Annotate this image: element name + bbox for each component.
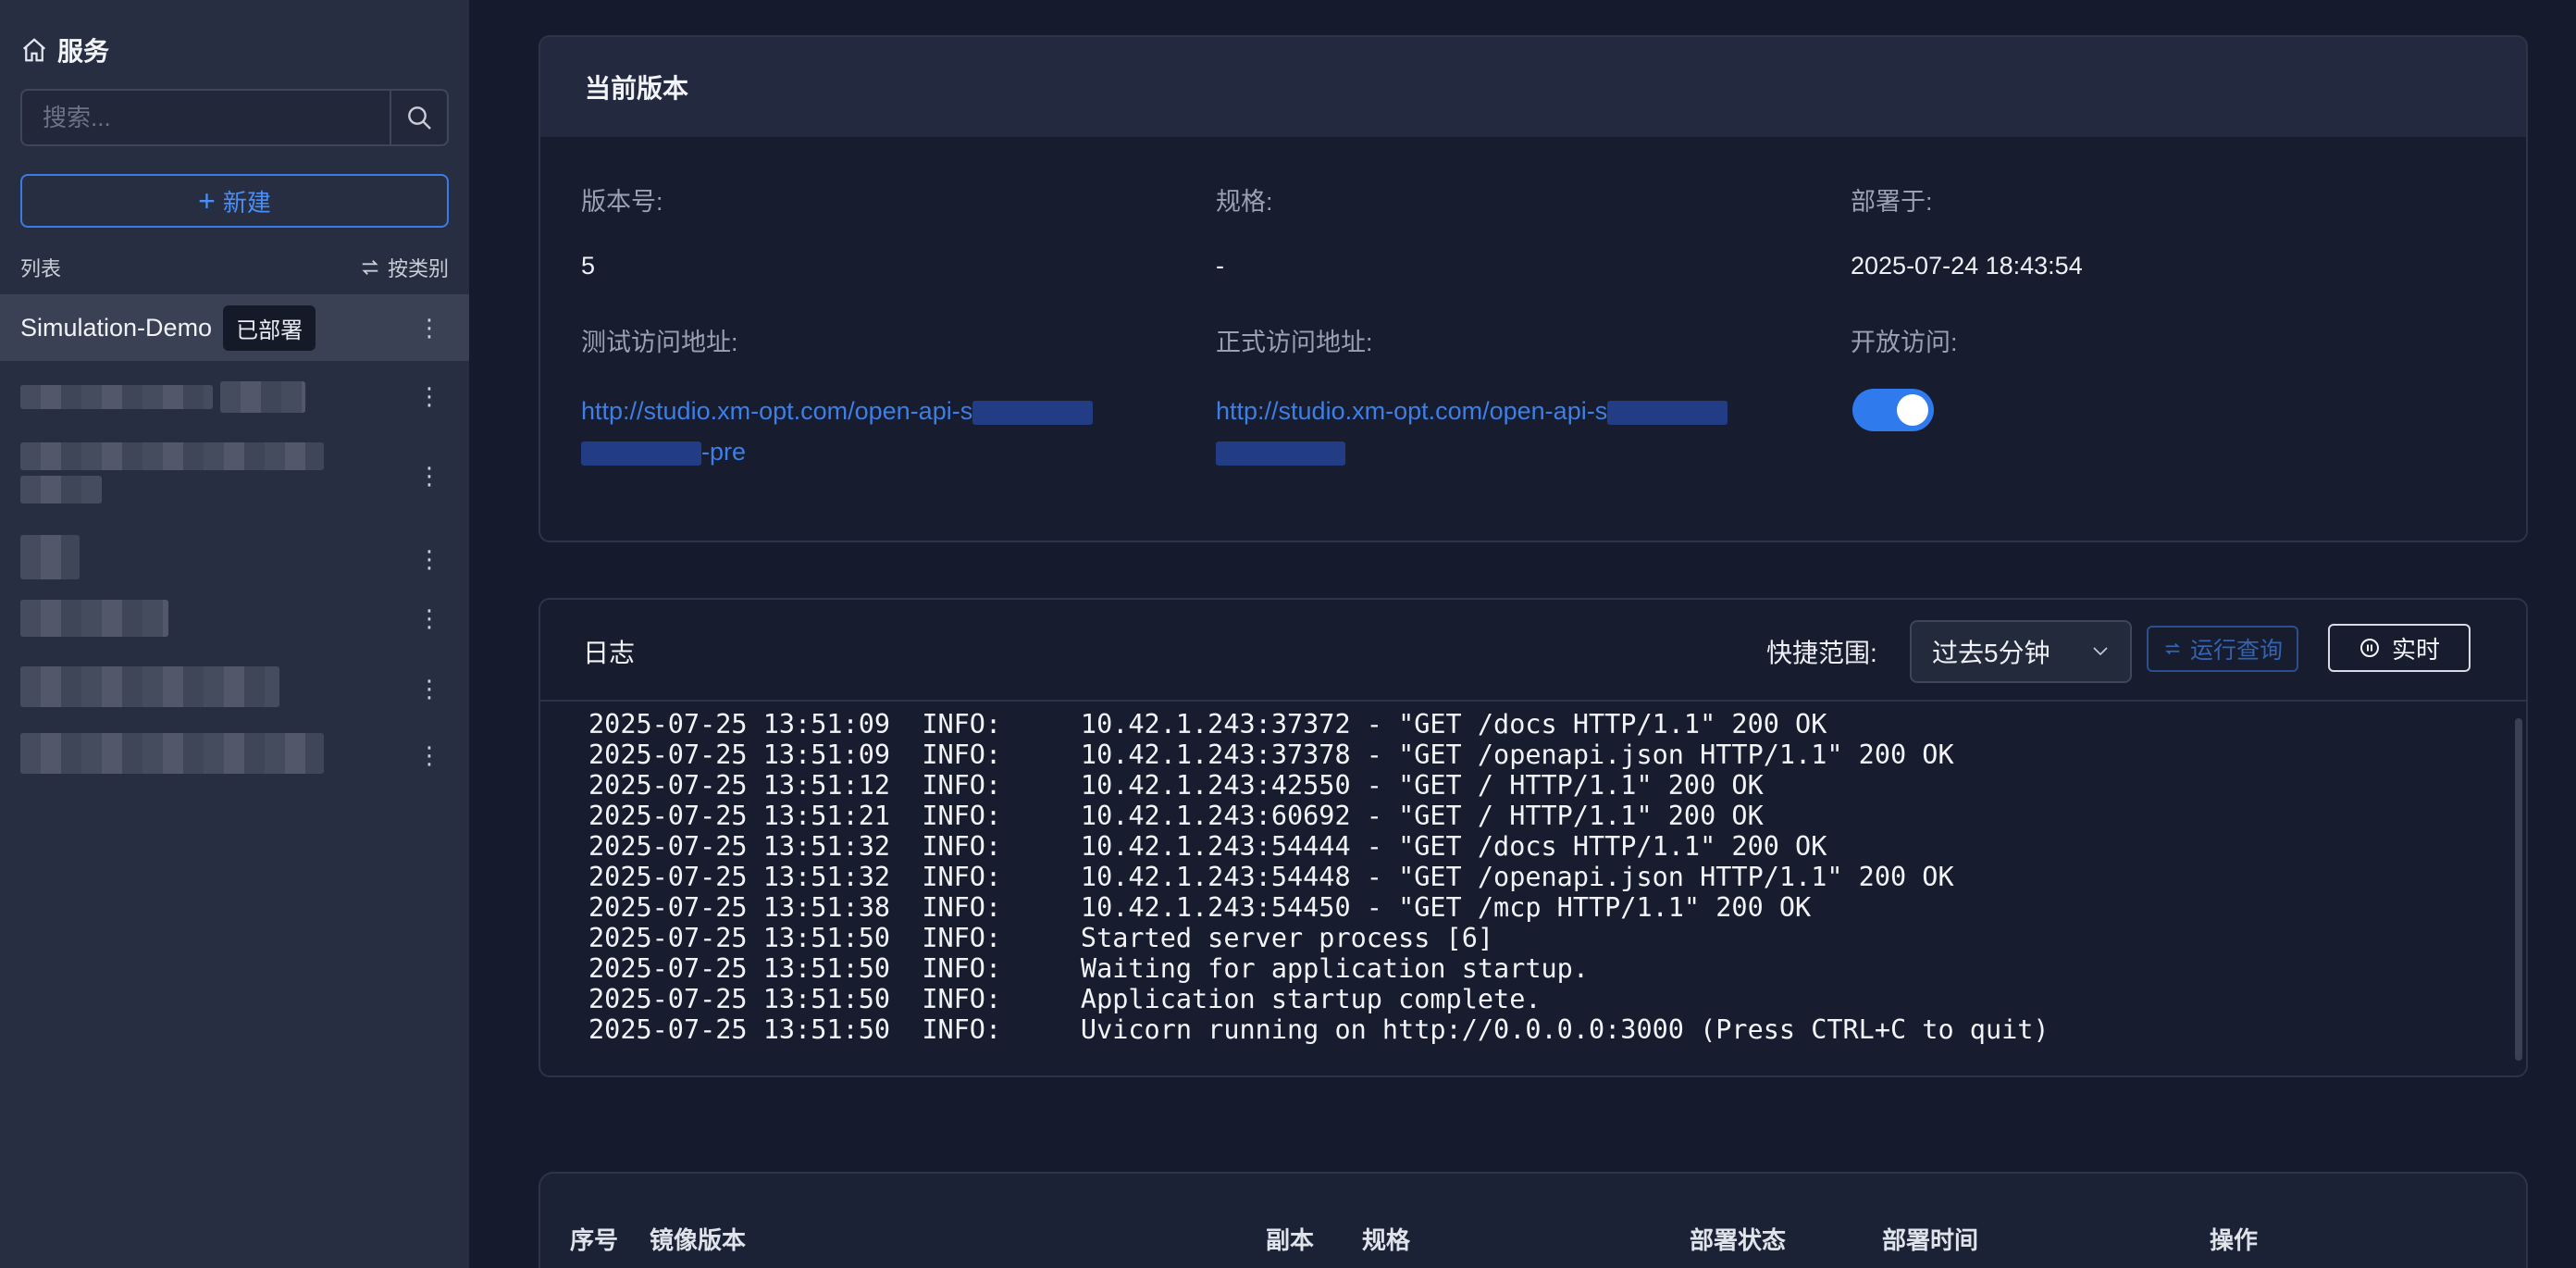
sort-label: 按类别 bbox=[387, 257, 449, 280]
search-box bbox=[20, 89, 449, 146]
sidebar-title: 服务 bbox=[20, 31, 109, 68]
prod-url-link[interactable]: http://studio.xm-opt.com/open-api-s bbox=[1216, 391, 1771, 472]
new-service-button[interactable]: + 新建 bbox=[20, 174, 449, 228]
redacted-text bbox=[20, 385, 213, 409]
test-url-link[interactable]: http://studio.xm-opt.com/open-api-s -pre bbox=[581, 391, 1136, 472]
deployed-at-value: 2025-07-24 18:43:54 bbox=[1851, 252, 2083, 280]
log-output[interactable]: 2025-07-25 13:51:09 INFO: 10.42.1.243:37… bbox=[540, 702, 2526, 1068]
status-badge: 已部署 bbox=[223, 305, 316, 351]
log-line: 2025-07-25 13:51:09 INFO: 10.42.1.243:37… bbox=[588, 740, 1954, 770]
log-line: 2025-07-25 13:51:32 INFO: 10.42.1.243:54… bbox=[588, 862, 1954, 892]
redacted-text bbox=[20, 666, 279, 707]
deployment-table-panel: 序号 镜像版本 副本 规格 部署状态 部署时间 操作 bbox=[539, 1172, 2528, 1268]
plus-icon: + bbox=[198, 184, 216, 218]
range-label: 快捷范围: bbox=[1766, 639, 1877, 667]
search-button[interactable] bbox=[390, 91, 447, 144]
redacted-text bbox=[20, 600, 168, 637]
spec-label: 规格: bbox=[1216, 188, 1273, 216]
list-item[interactable]: Simulation-Demo 已部署 ⋮ bbox=[0, 294, 469, 361]
column-header-spec: 规格 bbox=[1362, 1226, 1411, 1254]
log-line: 2025-07-25 13:51:50 INFO: Started server… bbox=[588, 923, 1494, 953]
live-label: 实时 bbox=[2391, 635, 2440, 664]
list-item[interactable]: ⋮ bbox=[0, 533, 469, 585]
service-name: Simulation-Demo bbox=[20, 313, 213, 342]
redacted-text bbox=[1607, 400, 1728, 425]
search-icon bbox=[408, 106, 431, 130]
log-panel: 日志 快捷范围: 过去5分钟 运行查询 实时 2025-07-25 13:51:… bbox=[539, 598, 2528, 1077]
log-line: 2025-07-25 13:51:50 INFO: Uvicorn runnin… bbox=[588, 1014, 2050, 1045]
log-line: 2025-07-25 13:51:09 INFO: 10.42.1.243:37… bbox=[588, 709, 1827, 740]
live-button[interactable]: 实时 bbox=[2328, 624, 2471, 672]
log-header: 日志 快捷范围: 过去5分钟 运行查询 实时 bbox=[540, 600, 2526, 702]
home-icon bbox=[23, 38, 45, 62]
open-access-toggle[interactable] bbox=[1852, 389, 1934, 431]
refresh-icon bbox=[2165, 642, 2180, 655]
new-button-label: 新建 bbox=[222, 188, 271, 217]
list-label: 列表 bbox=[20, 257, 62, 280]
more-icon[interactable]: ⋮ bbox=[417, 743, 441, 767]
test-url-prefix: http://studio.xm-opt.com/open-api-s bbox=[581, 397, 973, 425]
redacted-text bbox=[972, 400, 1094, 425]
version-label: 版本号: bbox=[581, 188, 663, 216]
column-header-actions: 操作 bbox=[2210, 1226, 2259, 1254]
log-line: 2025-07-25 13:51:50 INFO: Waiting for ap… bbox=[588, 953, 1589, 984]
list-item[interactable]: ⋮ bbox=[0, 729, 469, 781]
redacted-text bbox=[581, 441, 701, 466]
list-item[interactable]: ⋮ bbox=[0, 663, 469, 715]
log-line: 2025-07-25 13:51:50 INFO: Application st… bbox=[588, 984, 1542, 1014]
column-header-deploy-status: 部署状态 bbox=[1690, 1226, 1787, 1254]
prod-url-prefix: http://studio.xm-opt.com/open-api-s bbox=[1216, 397, 1608, 425]
search-input[interactable] bbox=[22, 91, 390, 144]
more-icon[interactable]: ⋮ bbox=[417, 606, 441, 630]
log-title: 日志 bbox=[583, 639, 636, 667]
open-access-label: 开放访问: bbox=[1851, 329, 1958, 356]
redacted-text bbox=[220, 381, 305, 413]
more-icon[interactable]: ⋮ bbox=[417, 677, 441, 701]
log-line: 2025-07-25 13:51:32 INFO: 10.42.1.243:54… bbox=[588, 831, 1827, 862]
log-line: 2025-07-25 13:51:38 INFO: 10.42.1.243:54… bbox=[588, 892, 1812, 923]
column-header-deploy-time: 部署时间 bbox=[1882, 1226, 1979, 1254]
more-icon[interactable]: ⋮ bbox=[417, 547, 441, 571]
more-icon[interactable]: ⋮ bbox=[417, 316, 441, 340]
list-item[interactable]: ⋮ bbox=[0, 596, 469, 640]
column-header-replicas: 副本 bbox=[1266, 1226, 1315, 1254]
list-item[interactable]: ⋮ bbox=[0, 374, 469, 418]
more-icon[interactable]: ⋮ bbox=[417, 384, 441, 408]
swap-icon bbox=[362, 260, 378, 275]
prod-url-label: 正式访问地址: bbox=[1216, 329, 1373, 356]
redacted-text bbox=[20, 733, 324, 774]
version-value: 5 bbox=[581, 252, 596, 280]
column-header-image-version: 镜像版本 bbox=[650, 1226, 747, 1254]
log-scrollbar[interactable] bbox=[2515, 718, 2522, 1061]
sidebar-title-text: 服务 bbox=[57, 37, 110, 66]
list-header: 列表 按类别 bbox=[20, 254, 449, 281]
time-range-select[interactable]: 过去5分钟 bbox=[1910, 620, 2132, 683]
chevron-down-icon bbox=[2093, 647, 2108, 656]
run-query-label: 运行查询 bbox=[2189, 638, 2283, 664]
current-version-panel: 当前版本 版本号: 5 规格: - 部署于: 2025-07-24 18:43:… bbox=[539, 35, 2528, 542]
test-url-suffix: -pre bbox=[701, 438, 747, 466]
sort-by-category-button[interactable]: 按类别 bbox=[360, 253, 449, 282]
more-icon[interactable]: ⋮ bbox=[417, 464, 441, 488]
redacted-text bbox=[20, 476, 102, 503]
list-item[interactable]: ⋮ bbox=[0, 439, 469, 513]
time-range-value: 过去5分钟 bbox=[1932, 639, 2050, 667]
panel-title: 当前版本 bbox=[540, 37, 2526, 137]
sidebar: 服务 + 新建 列表 按类别 Simulation-Demo 已部署 ⋮ ⋮ bbox=[0, 0, 469, 1268]
redacted-text bbox=[20, 442, 324, 470]
spec-value: - bbox=[1216, 252, 1224, 280]
test-url-label: 测试访问地址: bbox=[581, 329, 738, 356]
log-line: 2025-07-25 13:51:21 INFO: 10.42.1.243:60… bbox=[588, 801, 1764, 831]
pause-icon bbox=[2359, 639, 2379, 657]
column-header-index: 序号 bbox=[570, 1226, 619, 1254]
log-line: 2025-07-25 13:51:12 INFO: 10.42.1.243:42… bbox=[588, 770, 1764, 801]
deployed-at-label: 部署于: bbox=[1851, 188, 1933, 216]
redacted-text bbox=[1216, 441, 1345, 466]
redacted-text bbox=[20, 535, 80, 579]
run-query-button[interactable]: 运行查询 bbox=[2147, 626, 2298, 672]
